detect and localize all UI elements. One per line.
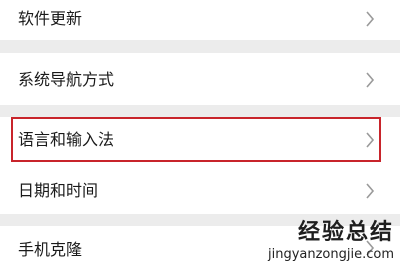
settings-item-language-input[interactable]: 语言和输入法: [0, 117, 400, 168]
chevron-right-icon: [362, 9, 378, 29]
settings-item-label: 日期和时间: [18, 181, 99, 200]
settings-item-label: 手机克隆: [18, 240, 83, 259]
chevron-right-icon: [362, 70, 378, 90]
chevron-right-icon: [362, 130, 378, 150]
settings-item-label: 软件更新: [18, 9, 83, 28]
settings-item-phone-clone[interactable]: 手机克隆: [0, 226, 400, 266]
settings-item-label: 语言和输入法: [18, 130, 115, 149]
chevron-right-icon: [362, 181, 378, 201]
settings-item-date-time[interactable]: 日期和时间: [0, 168, 400, 214]
chevron-right-icon: [362, 238, 378, 258]
settings-item-software-update[interactable]: 软件更新: [0, 0, 400, 40]
settings-item-system-navigation[interactable]: 系统导航方式: [0, 53, 400, 105]
settings-list: 软件更新 系统导航方式 语言和输入法 日期和时间 手机克隆: [0, 0, 400, 266]
settings-item-label: 系统导航方式: [18, 70, 115, 89]
